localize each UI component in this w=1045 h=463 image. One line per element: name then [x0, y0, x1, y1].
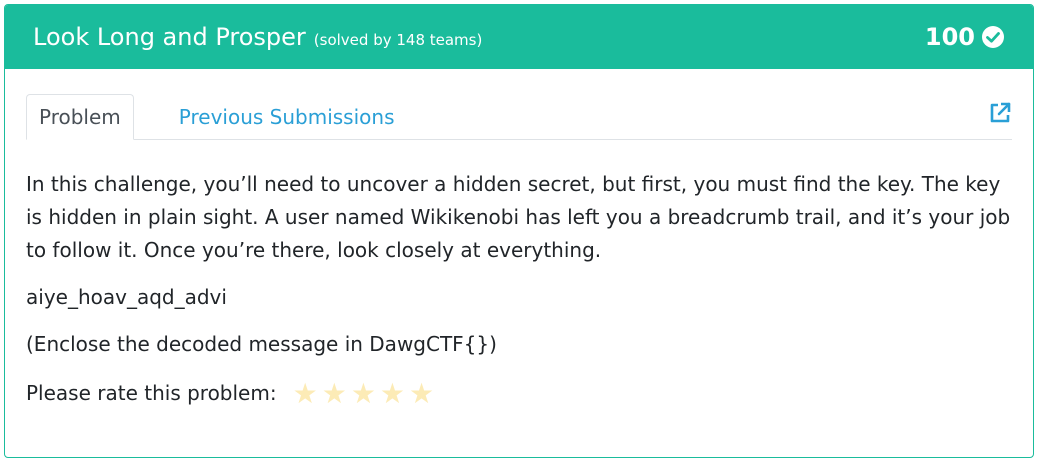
title-wrap: Look Long and Prosper (solved by 148 tea…: [33, 23, 482, 51]
external-link-icon[interactable]: [988, 101, 1012, 125]
star-icon[interactable]: ★: [293, 379, 318, 408]
star-icon[interactable]: ★: [322, 379, 347, 408]
challenge-card: Look Long and Prosper (solved by 148 tea…: [4, 4, 1034, 458]
challenge-title: Look Long and Prosper: [33, 23, 306, 51]
points-value: 100: [924, 23, 975, 51]
star-icon[interactable]: ★: [409, 379, 434, 408]
tab-problem[interactable]: Problem: [26, 94, 134, 140]
flag-format-hint: (Enclose the decoded message in DawgCTF{…: [26, 332, 497, 356]
rating-label: Please rate this problem:: [26, 381, 277, 405]
problem-content: In this challenge, you’ll need to uncove…: [26, 140, 1012, 410]
cipher-text: aiye_hoav_aqd_advi: [26, 285, 227, 309]
rating-stars: ★ ★ ★ ★ ★: [293, 379, 439, 408]
check-circle-icon: [981, 25, 1005, 49]
tab-bar: Problem Previous Submissions: [26, 93, 1012, 140]
tab-previous-submissions[interactable]: Previous Submissions: [166, 94, 408, 140]
challenge-header: Look Long and Prosper (solved by 148 tea…: [5, 5, 1033, 69]
challenge-body: Problem Previous Submissions In this cha…: [5, 69, 1033, 410]
problem-description: In this challenge, you’ll need to uncove…: [26, 172, 1011, 262]
points-wrap: 100: [925, 23, 1005, 51]
rating-row: Please rate this problem: ★ ★ ★ ★ ★: [26, 377, 1012, 410]
star-icon[interactable]: ★: [380, 379, 405, 408]
solved-count: (solved by 148 teams): [313, 31, 483, 49]
star-icon[interactable]: ★: [351, 379, 376, 408]
